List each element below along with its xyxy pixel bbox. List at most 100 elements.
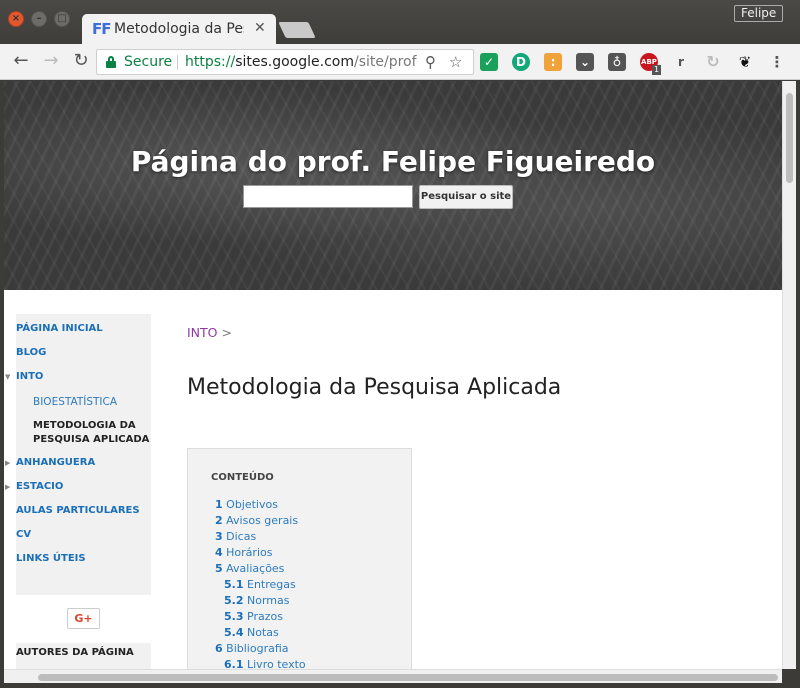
breadcrumb-separator: >: [221, 325, 232, 340]
sidebar-item-label: ANHANGUERA: [16, 457, 96, 468]
title-bar: × – □ FF Metodologia da Pesquisa Aplicad…: [0, 0, 800, 44]
breadcrumb: INTO >: [187, 325, 232, 340]
sidebar-item-blog[interactable]: BLOG: [16, 347, 46, 358]
page-title: Metodologia da Pesquisa Aplicada: [187, 375, 562, 400]
breadcrumb-into-link[interactable]: INTO: [187, 325, 218, 340]
sidebar-item-metodologia[interactable]: METODOLOGIA DA PESQUISA APLICADA: [33, 419, 149, 447]
google-plus-button[interactable]: G+: [67, 608, 100, 629]
current-item-line-1: METODOLOGIA DA: [33, 420, 136, 431]
tab-title: Metodologia da Pesquisa Aplicada: [114, 21, 244, 37]
back-icon[interactable]: ←: [10, 51, 32, 73]
zoom-icon[interactable]: ⚲: [425, 53, 436, 71]
toc-label: Objetivos: [226, 498, 278, 511]
profile-button[interactable]: Felipe: [734, 5, 784, 22]
toc-item[interactable]: 5.4 Notas: [224, 626, 279, 639]
sidebar-nav: PÁGINA INICIAL BLOG ▼ INTO BIOESTATÍSTICA…: [5, 314, 151, 595]
tab-close-icon[interactable]: ✕: [254, 20, 266, 36]
toc-label: Prazos: [247, 610, 283, 623]
toc-number: 5.3: [224, 610, 244, 623]
toc-item[interactable]: 5.2 Normas: [224, 594, 289, 607]
browser-tab[interactable]: FF Metodologia da Pesquisa Aplicada ✕: [82, 14, 276, 44]
toc-number: 6.1: [224, 658, 244, 669]
toc-label: Livro texto: [247, 658, 306, 669]
lock-icon: [106, 56, 116, 68]
toc-item[interactable]: 3 Dicas: [215, 530, 256, 543]
paw-extension-icon[interactable]: ❦: [736, 53, 754, 71]
bulb-extension-icon[interactable]: ♁: [608, 53, 626, 71]
secure-label: Secure: [124, 54, 173, 70]
window-close-button[interactable]: ×: [8, 11, 24, 27]
expanded-arrow-icon: ▼: [5, 373, 11, 381]
sidebar-item-aulas-particulares[interactable]: AULAS PARTICULARES: [16, 505, 140, 516]
site-title[interactable]: Página do prof. Felipe Figueiredo: [4, 145, 782, 178]
vertical-scrollbar[interactable]: [782, 81, 796, 669]
toc-number: 5.2: [224, 594, 244, 607]
site-search-button[interactable]: Pesquisar o site: [419, 185, 513, 209]
pocket-extension-icon[interactable]: ⌄: [576, 53, 594, 71]
sidebar-item-bioestatistica[interactable]: BIOESTATÍSTICA: [33, 396, 117, 408]
sidebar-item-into[interactable]: ▼ INTO: [5, 371, 44, 382]
toc-label: Entregas: [247, 578, 296, 591]
sidebar-item-pagina-inicial[interactable]: PÁGINA INICIAL: [16, 323, 103, 334]
toc-number: 5: [215, 562, 223, 575]
r-extension-icon[interactable]: r: [672, 53, 690, 71]
refresh-extension-icon[interactable]: ↻: [704, 53, 722, 71]
sidebar-item-anhanguera[interactable]: ▶ ANHANGUERA: [5, 457, 96, 468]
toc-item[interactable]: 1 Objetivos: [215, 498, 278, 511]
vertical-scroll-thumb[interactable]: [786, 93, 793, 183]
toc-item[interactable]: 2 Avisos gerais: [215, 514, 298, 527]
table-of-contents: CONTEÚDO 1 Objetivos 2 Avisos gerais 3 D…: [187, 448, 412, 669]
sidebar-item-links-uteis[interactable]: LINKS ÚTEIS: [16, 553, 86, 564]
url-scheme: https://: [185, 54, 236, 70]
sidebar-item-estacio[interactable]: ▶ ESTACIO: [5, 481, 63, 492]
header-banner: Página do prof. Felipe Figueiredo Pesqui…: [4, 81, 782, 290]
web-page: Página do prof. Felipe Figueiredo Pesqui…: [4, 81, 782, 669]
window-minimize-button[interactable]: –: [31, 11, 47, 27]
sidebar-item-label: INTO: [16, 371, 44, 382]
page-authors-heading: AUTORES DA PÁGINA: [16, 643, 151, 669]
pinterest-extension-icon[interactable]: D: [512, 53, 530, 71]
site-search-input[interactable]: [243, 185, 413, 208]
collapsed-arrow-icon: ▶: [5, 459, 11, 467]
toc-item[interactable]: 6.1 Livro texto: [224, 658, 306, 669]
toc-number: 4: [215, 546, 223, 559]
forward-icon[interactable]: →: [40, 51, 62, 73]
adblock-badge: 1: [652, 65, 661, 75]
address-bar[interactable]: Secure https://sites.google.com/site/pro…: [96, 49, 474, 75]
url-host: sites.google.com: [235, 54, 354, 70]
toc-label: Horários: [226, 546, 273, 559]
toc-number: 3: [215, 530, 223, 543]
toc-item[interactable]: 5 Avaliações: [215, 562, 284, 575]
toc-item[interactable]: 5.1 Entregas: [224, 578, 296, 591]
horizontal-scrollbar[interactable]: [4, 669, 782, 683]
star-icon[interactable]: ☆: [449, 53, 462, 71]
toc-label: Notas: [247, 626, 279, 639]
toc-label: Dicas: [226, 530, 257, 543]
toc-number: 5.4: [224, 626, 244, 639]
current-item-line-2: PESQUISA APLICADA: [33, 434, 150, 445]
check-extension-icon[interactable]: ✓: [480, 53, 498, 71]
url-path: /site/prof...: [353, 54, 417, 70]
toc-item[interactable]: 4 Horários: [215, 546, 272, 559]
toc-number: 2: [215, 514, 223, 527]
toc-number: 5.1: [224, 578, 244, 591]
toc-label: Bibliografia: [226, 642, 289, 655]
toc-heading: CONTEÚDO: [211, 472, 274, 483]
reload-icon[interactable]: ↻: [70, 51, 92, 73]
collapsed-arrow-icon: ▶: [5, 483, 11, 491]
url-text[interactable]: https://sites.google.com/site/prof...: [185, 54, 417, 70]
menu-icon[interactable]: ⋮: [768, 53, 786, 71]
toc-label: Avisos gerais: [226, 514, 299, 527]
toc-item[interactable]: 6 Bibliografia: [215, 642, 289, 655]
sidebar-item-cv[interactable]: CV: [16, 529, 31, 540]
horizontal-scroll-thumb[interactable]: [38, 674, 778, 681]
site-favicon-icon: FF: [92, 20, 111, 38]
toc-label: Avaliações: [226, 562, 285, 575]
honey-extension-icon[interactable]: :: [544, 53, 562, 71]
toc-number: 6: [215, 642, 223, 655]
new-tab-button[interactable]: [278, 22, 316, 38]
address-divider: [177, 55, 178, 70]
toc-label: Normas: [247, 594, 290, 607]
toc-item[interactable]: 5.3 Prazos: [224, 610, 283, 623]
window-maximize-button[interactable]: □: [54, 11, 70, 27]
